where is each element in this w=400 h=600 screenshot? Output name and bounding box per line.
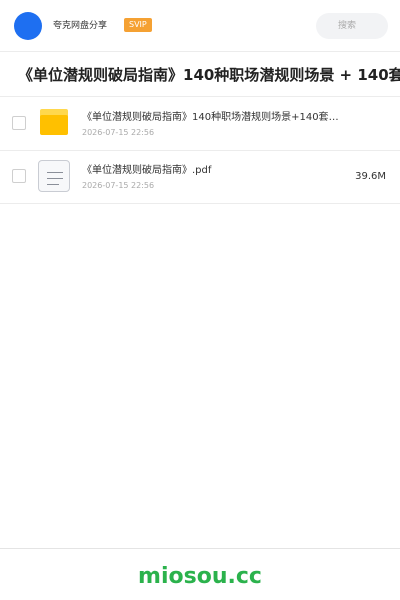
folder-icon [40, 109, 68, 135]
file-date: 2026-07-15 22:56 [82, 181, 155, 190]
search-input[interactable]: 搜索 [316, 13, 388, 39]
file-row-pdf[interactable]: 《单位潜规则破局指南》.pdf 2026-07-15 22:56 39.6M [0, 150, 400, 204]
share-title-bar: 《单位潜规则破局指南》140种职场潜规则场景 + 140套破局方案 [0, 53, 400, 97]
file-row-folder[interactable]: 《单位潜规则破局指南》140种职场潜规则场景+140套破局方案 2026-07-… [0, 97, 400, 151]
footer: miosou.cc [0, 548, 400, 600]
page-title: 《单位潜规则破局指南》140种职场潜规则场景 + 140套破局方案 [18, 66, 400, 84]
app-name: 夸克网盘分享 [53, 21, 108, 31]
file-size: 39.6M [355, 171, 386, 182]
site-brand[interactable]: miosou.cc [0, 563, 400, 591]
row-checkbox[interactable] [12, 169, 26, 183]
avatar[interactable] [14, 12, 42, 40]
top-bar: 夸克网盘分享 SVIP 搜索 [0, 0, 400, 52]
svip-badge: SVIP [124, 18, 152, 32]
row-checkbox[interactable] [12, 116, 26, 130]
file-name[interactable]: 《单位潜规则破局指南》140种职场潜规则场景+140套破局方案 [82, 111, 344, 125]
search-placeholder: 搜索 [338, 21, 357, 31]
document-icon [38, 160, 70, 192]
file-date: 2026-07-15 22:56 [82, 128, 155, 137]
file-name[interactable]: 《单位潜规则破局指南》.pdf [82, 164, 344, 178]
